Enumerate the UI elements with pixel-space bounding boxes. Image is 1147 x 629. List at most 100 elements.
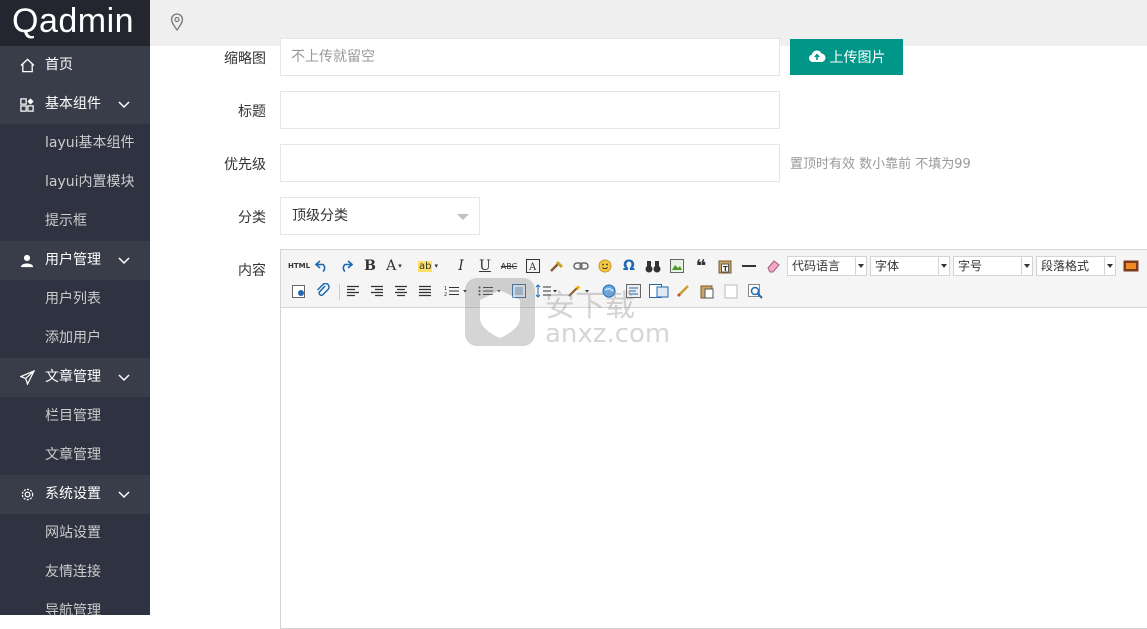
text-box-icon[interactable]: A [523, 256, 543, 276]
app-logo[interactable]: Qadmin [0, 0, 150, 46]
category-selected-value: 顶级分类 [292, 208, 348, 224]
font-family-select[interactable]: 字体 [870, 256, 950, 276]
priority-hint: 置顶时有效 数小靠前 不填为99 [790, 157, 971, 172]
format-painter-icon[interactable] [547, 256, 567, 276]
image-icon[interactable] [667, 256, 687, 276]
category-label: 分类 [238, 210, 266, 226]
chevron-down-icon [118, 358, 130, 397]
sidebar: Qadmin 首页 基本组件 layui基本组件 layui内置模块 提示框 用… [0, 0, 150, 615]
search-replace-icon[interactable] [745, 281, 765, 301]
priority-input[interactable] [280, 144, 780, 182]
sidebar-item-label: layui基本组件 [45, 135, 135, 151]
sidebar-item-user-list[interactable]: 用户列表 [0, 280, 150, 319]
sidebar-item-site-settings[interactable]: 网站设置 [0, 514, 150, 553]
location-pin-icon[interactable] [170, 13, 184, 35]
align-left-icon[interactable] [343, 281, 363, 301]
sidebar-item-label: 系统设置 [45, 486, 101, 502]
upload-image-button[interactable]: 上传图片 [790, 39, 903, 75]
sidebar-item-basic-components[interactable]: 基本组件 [0, 85, 150, 124]
sidebar-item-label: 提示框 [45, 213, 87, 229]
chevron-down-icon [1021, 257, 1032, 275]
chevron-down-icon [118, 241, 130, 280]
sidebar-item-article-management[interactable]: 文章管理 [0, 358, 150, 397]
align-justify-icon[interactable] [415, 281, 435, 301]
svg-text:2: 2 [444, 292, 447, 297]
eraser-icon[interactable] [763, 256, 783, 276]
sidebar-item-label: 首页 [45, 57, 73, 73]
sidebar-item-layui-modules[interactable]: layui内置模块 [0, 163, 150, 202]
user-icon [19, 241, 35, 280]
sidebar-item-label: 网站设置 [45, 525, 101, 541]
paragraph-format-value: 段落格式 [1041, 259, 1090, 273]
align-right-icon[interactable] [367, 281, 387, 301]
sidebar-item-nav-management[interactable]: 导航管理 [0, 592, 150, 615]
insert-media-icon[interactable] [1121, 256, 1141, 276]
toolbar-separator [339, 284, 340, 300]
sidebar-item-layui-basic[interactable]: layui基本组件 [0, 124, 150, 163]
components-icon [19, 85, 35, 124]
content-label: 内容 [238, 263, 266, 279]
insert-date-icon[interactable] [289, 281, 309, 301]
undo-icon[interactable] [312, 256, 332, 276]
chevron-down-icon [118, 85, 130, 124]
attachment-icon[interactable] [313, 281, 333, 301]
strikethrough-icon[interactable]: ABC [499, 256, 519, 276]
paragraph-format-select[interactable]: 段落格式 [1036, 256, 1116, 276]
sidebar-item-label: 用户管理 [45, 252, 101, 268]
sidebar-item-label: 基本组件 [45, 96, 101, 112]
svg-text:A: A [528, 262, 537, 273]
title-input[interactable] [280, 91, 780, 129]
highlight-color-icon[interactable]: ab ▾ [418, 256, 438, 276]
category-select[interactable]: 顶级分类 [280, 197, 480, 235]
align-center-icon[interactable] [391, 281, 411, 301]
upload-button-label: 上传图片 [829, 49, 886, 65]
italic-icon[interactable]: I [451, 256, 471, 276]
rich-text-editor[interactable]: HTML B A ▾ ab ▾ I U ABC A Ω ❝ T 代码语言 字体 字号… [280, 249, 1147, 629]
code-language-select[interactable]: 代码语言 [787, 256, 867, 276]
sidebar-item-user-management[interactable]: 用户管理 [0, 241, 150, 280]
redo-icon[interactable] [336, 256, 356, 276]
watermark: 安下载 anxz.com [465, 278, 685, 352]
horizontal-rule-icon[interactable] [739, 256, 759, 276]
page-break-icon[interactable] [721, 281, 741, 301]
font-color-icon[interactable]: A ▾ [384, 256, 404, 276]
chevron-down-icon [938, 257, 949, 275]
font-family-value: 字体 [875, 259, 900, 273]
sidebar-item-add-user[interactable]: 添加用户 [0, 319, 150, 358]
title-label: 标题 [238, 104, 266, 120]
sidebar-item-label: 用户列表 [45, 291, 101, 307]
underline-icon[interactable]: U [475, 256, 495, 276]
caret-down-icon [457, 214, 469, 220]
paper-plane-icon [19, 358, 35, 397]
sidebar-item-friend-links[interactable]: 友情连接 [0, 553, 150, 592]
link-icon[interactable] [571, 256, 591, 276]
sidebar-item-articles[interactable]: 文章管理 [0, 436, 150, 475]
font-size-select[interactable]: 字号 [953, 256, 1033, 276]
sidebar-item-label: layui内置模块 [45, 174, 135, 190]
sidebar-item-tooltip[interactable]: 提示框 [0, 202, 150, 241]
sidebar-item-label: 栏目管理 [45, 408, 101, 424]
special-character-icon[interactable]: Ω [619, 256, 639, 276]
chevron-down-icon [855, 257, 866, 275]
sidebar-item-system-settings[interactable]: 系统设置 [0, 475, 150, 514]
paste-icon[interactable] [697, 281, 717, 301]
blockquote-icon[interactable]: ❝ [691, 256, 711, 277]
sidebar-item-label: 文章管理 [45, 369, 101, 385]
bold-icon[interactable]: B [360, 256, 380, 276]
emoticon-icon[interactable] [595, 256, 615, 276]
sidebar-item-home[interactable]: 首页 [0, 46, 150, 85]
sidebar-item-column-management[interactable]: 栏目管理 [0, 397, 150, 436]
sidebar-item-label: 导航管理 [45, 603, 101, 615]
sidebar-item-label: 文章管理 [45, 447, 101, 463]
sidebar-item-label: 友情连接 [45, 564, 101, 580]
paste-text-icon[interactable]: T [715, 256, 735, 276]
binoculars-icon[interactable] [643, 256, 663, 276]
thumbnail-input[interactable] [280, 38, 780, 76]
chevron-down-icon [118, 475, 130, 514]
sidebar-item-label: 添加用户 [45, 330, 101, 346]
cloud-upload-icon [808, 49, 826, 66]
html-source-button[interactable]: HTML [287, 256, 311, 276]
priority-label: 优先级 [224, 157, 266, 173]
editor-toolbar: HTML B A ▾ ab ▾ I U ABC A Ω ❝ T 代码语言 字体 字号… [281, 250, 1147, 308]
gear-icon [19, 475, 35, 514]
